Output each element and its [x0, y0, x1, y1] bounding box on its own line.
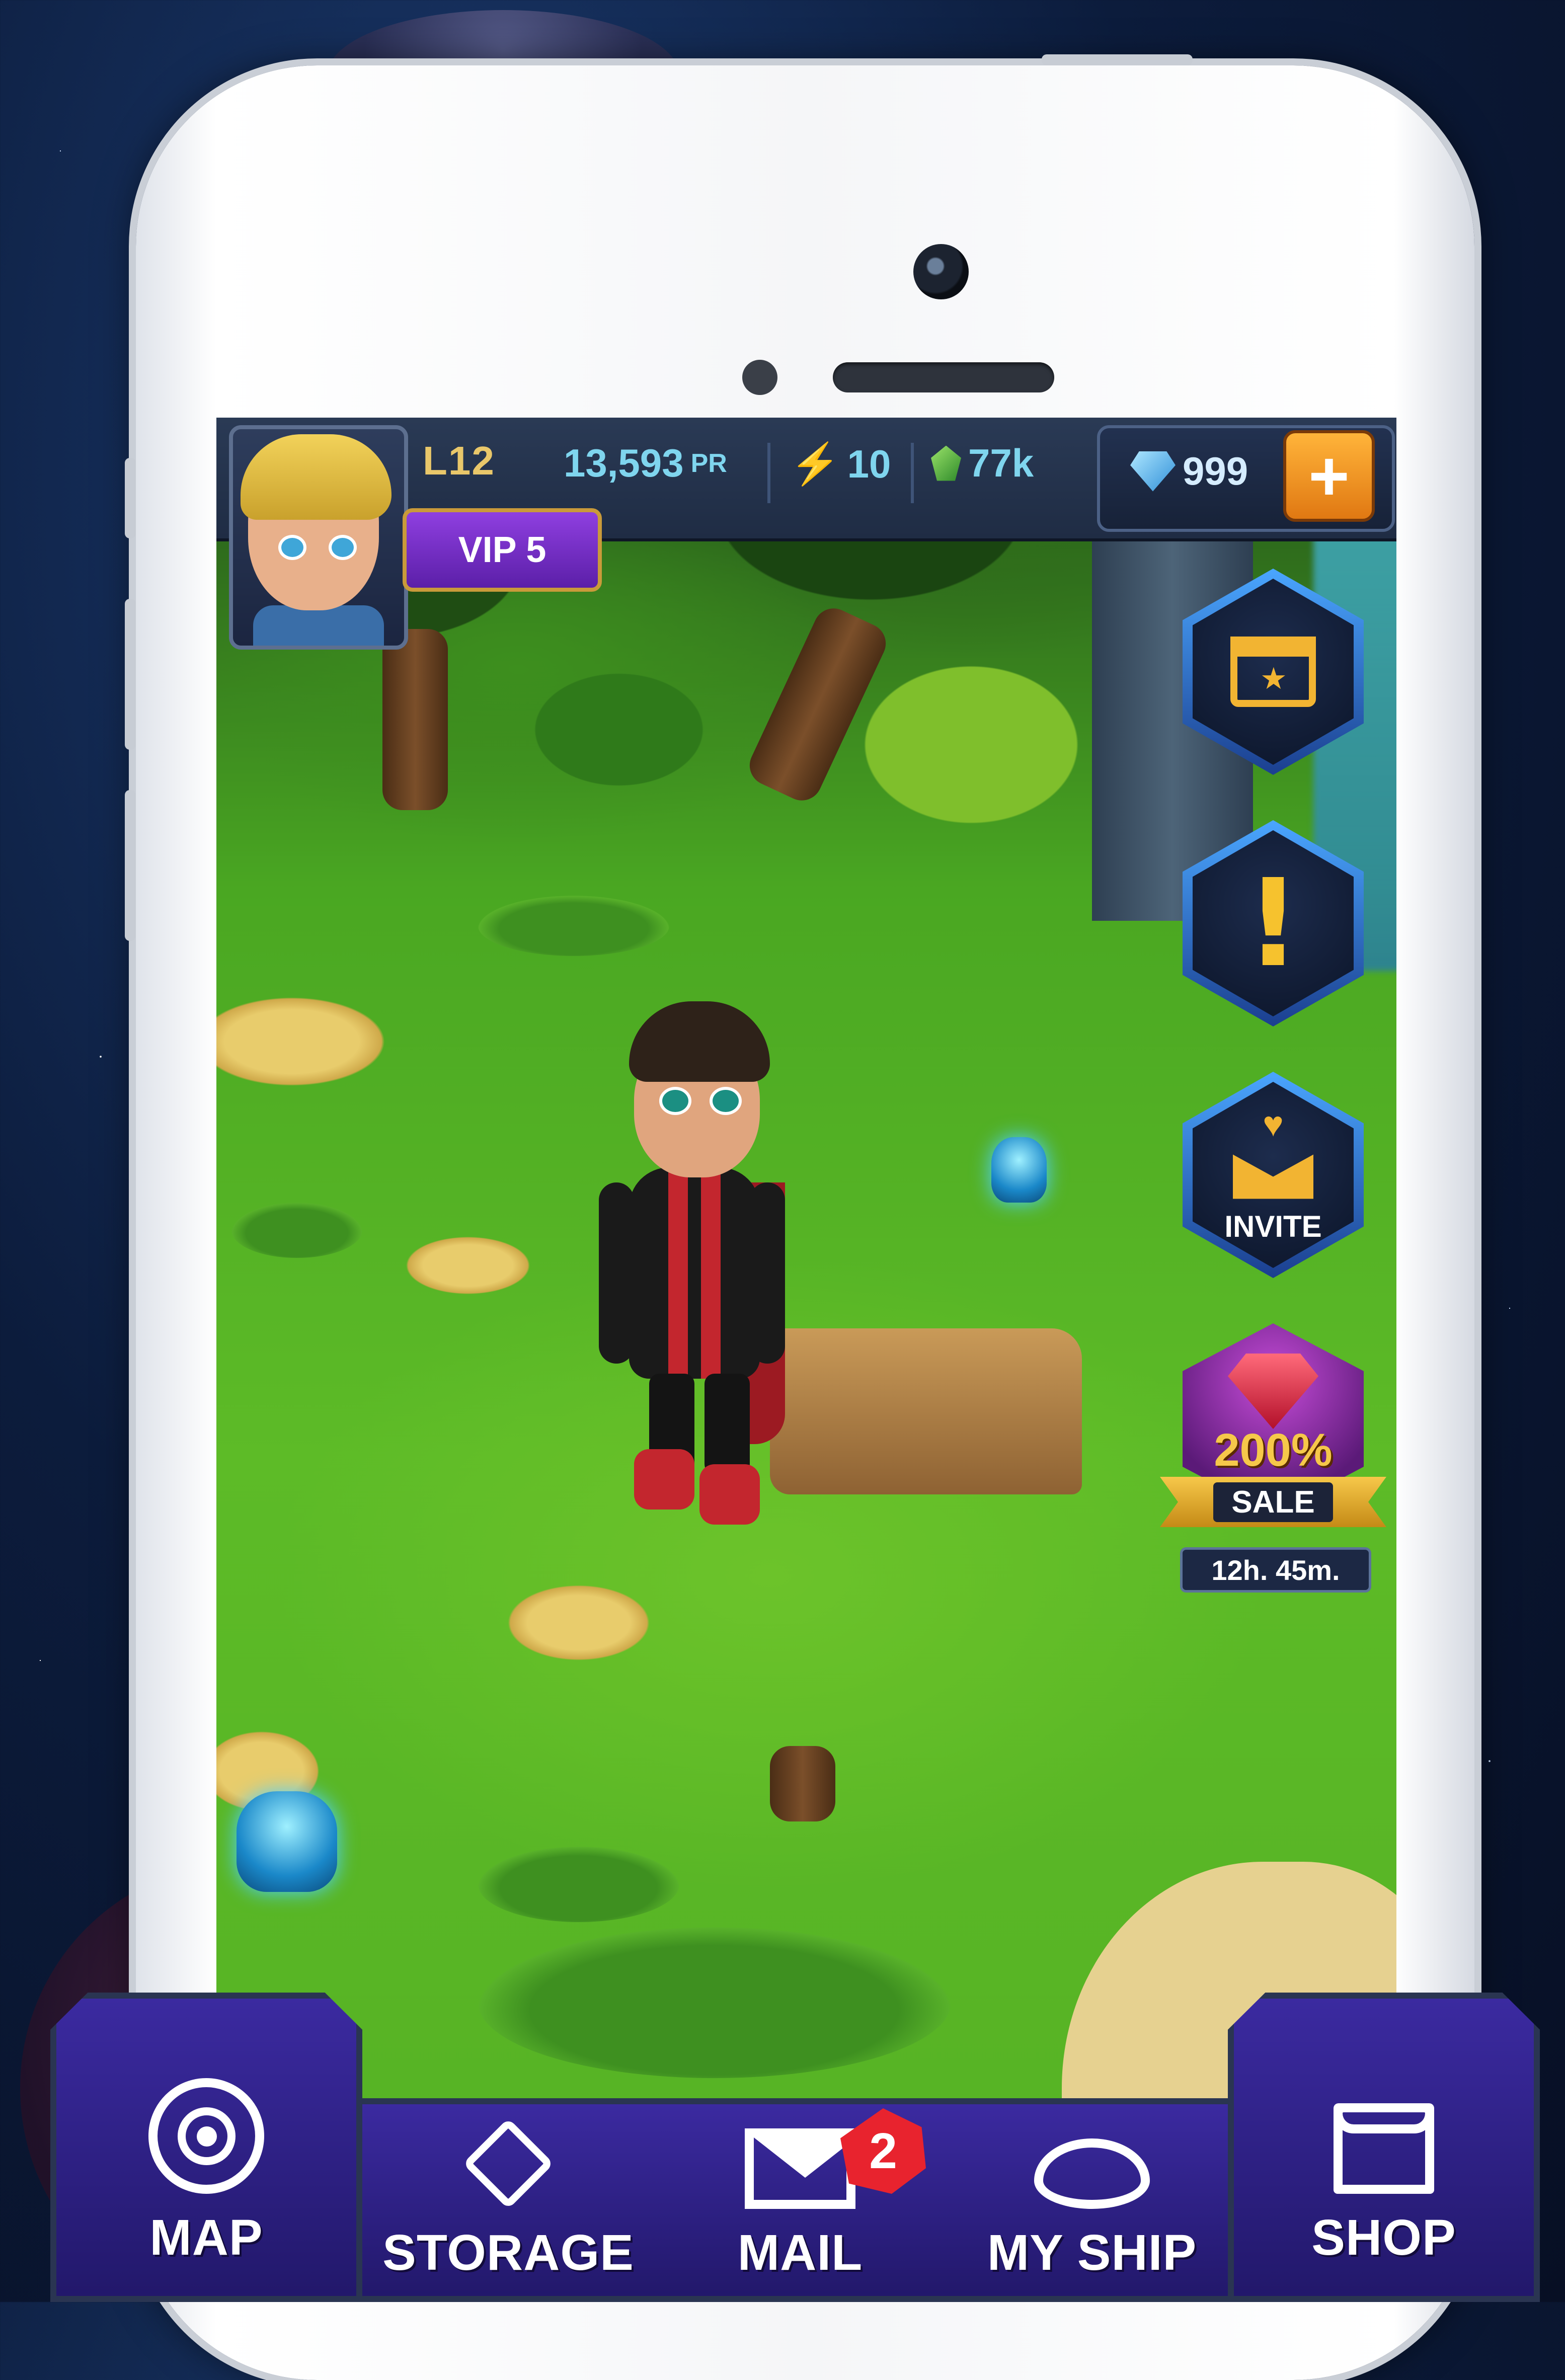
envelope-icon [1233, 1154, 1313, 1199]
calendar-star-icon: ★ [1230, 637, 1316, 707]
gem-value: 999 [1183, 449, 1248, 493]
nav-mail-label: MAIL [737, 2225, 863, 2281]
power-value: 13,593 [564, 441, 684, 485]
avatar-hair [241, 434, 392, 520]
front-camera [913, 244, 969, 299]
sale-timer: 12h. 45m. [1180, 1547, 1371, 1593]
power-unit: PR [690, 448, 727, 478]
hero-suit [629, 1167, 760, 1379]
sale-ribbon[interactable]: SALE [1160, 1477, 1386, 1527]
nav-map-label: MAP [149, 2209, 263, 2266]
glowing-crystal[interactable] [237, 1791, 337, 1892]
hud-divider [767, 443, 770, 503]
emerald-icon [931, 445, 961, 481]
hero-character[interactable] [579, 1001, 800, 1525]
invite-button[interactable]: ♥ INVITE [1183, 1072, 1364, 1278]
nav-shop-button[interactable]: SHOP [1228, 1993, 1540, 2302]
small-stump [770, 1746, 835, 1821]
diamond-icon [1130, 451, 1176, 492]
phone-volume-up [125, 599, 136, 750]
energy-value: 10 [847, 441, 891, 486]
glowing-crystal[interactable] [991, 1137, 1047, 1203]
vip-badge[interactable]: VIP 5 [403, 508, 602, 592]
ground-crater [231, 1203, 362, 1258]
phone-volume-down [125, 790, 136, 941]
power-rating: 13,593 PR [564, 440, 727, 486]
nav-myship-button[interactable]: MY SHIP [946, 2098, 1238, 2302]
hero-leg-right [705, 1374, 750, 1474]
player-avatar[interactable] [229, 425, 408, 650]
emerald-value: 77k [968, 441, 1034, 485]
proximity-sensor [742, 360, 777, 395]
player-level: L12 [423, 438, 495, 483]
buy-gems-button[interactable]: + [1283, 430, 1375, 522]
nav-storage-button[interactable]: STORAGE [362, 2098, 654, 2302]
nav-shop-label: SHOP [1311, 2209, 1456, 2266]
emerald-counter: 77k [931, 440, 1034, 486]
hud-divider [911, 443, 914, 503]
sand-patch [216, 991, 398, 1092]
energy-bolt-icon: ⚡ [790, 441, 840, 486]
tree-trunk [382, 629, 448, 810]
ground-crater [478, 896, 669, 956]
storage-box-icon [462, 2118, 554, 2209]
ground-crater [478, 1847, 679, 1922]
hero-boot-right [699, 1464, 760, 1525]
earpiece-speaker [833, 362, 1054, 392]
nav-storage-label: STORAGE [382, 2225, 634, 2281]
heart-icon: ♥ [1263, 1104, 1284, 1144]
tree-stump-rock [770, 1328, 1082, 1494]
hero-eye [710, 1087, 742, 1115]
sand-patch [498, 1580, 659, 1665]
orbit-icon [148, 2078, 264, 2194]
gem-counter: 999 [1130, 448, 1248, 494]
hero-hair [629, 1001, 770, 1082]
avatar-eye [278, 535, 306, 560]
sale-percent: 200% [1214, 1424, 1333, 1476]
energy-counter: ⚡ 10 [790, 440, 891, 488]
hero-boot-left [634, 1449, 694, 1510]
nav-myship-label: MY SHIP [987, 2225, 1197, 2281]
mail-envelope-icon [745, 2128, 855, 2209]
avatar-eye [329, 535, 357, 560]
storefront-icon [1334, 2103, 1434, 2194]
nav-map-button[interactable]: MAP [50, 1993, 362, 2302]
phone-power-button [1042, 54, 1193, 65]
sand-patch [398, 1233, 538, 1298]
plus-icon: + [1308, 436, 1350, 515]
sale-label: SALE [1213, 1482, 1333, 1522]
bottom-nav: MAP STORAGE MAIL MY SHIP SHOP [50, 1993, 1540, 2302]
spaceship-icon [1034, 2138, 1150, 2209]
avatar-shirt [253, 605, 384, 646]
invite-label: INVITE [1224, 1209, 1322, 1243]
exclamation-icon: ! [1245, 853, 1301, 994]
hero-eye [659, 1087, 691, 1115]
phone-mute-switch [125, 458, 136, 538]
